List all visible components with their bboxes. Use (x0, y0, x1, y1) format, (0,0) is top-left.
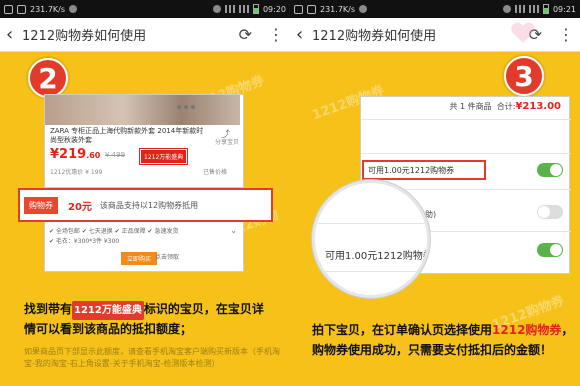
android-icon (69, 5, 78, 13)
page-title: 1212购物券如何使用 (312, 29, 437, 44)
order-summary: 共 1 件商品 合计:¥213.00 (449, 101, 561, 112)
app-icon (4, 4, 13, 14)
original-price: ¥ 499 (105, 151, 126, 159)
coupon-available-line: 可用1.00元1212购物券 (362, 160, 486, 180)
alarm-icon (212, 5, 221, 13)
more-vertical-icon[interactable]: ⋮ (268, 26, 284, 43)
navigation-bar: ‹ 1212购物券如何使用 ⟳ ⋮ (290, 18, 580, 52)
product-card-lower: ✔ 全场包邮 ✔ 七天退换 ✔ 正品保障 ✔ 急速发货 ✔ 毛衣：¥300*3件… (44, 222, 244, 272)
more-vertical-icon[interactable]: ⋮ (558, 26, 574, 43)
coupon-toggle[interactable] (537, 163, 563, 177)
items-count: 共 1 件商品 (449, 102, 492, 111)
share-label: 分享宝贝 (215, 139, 240, 146)
notification-icon (307, 4, 316, 14)
step-2-note: 如果商品页下部显示此额度，请查看手机淘宝客户端购买新版本（手机淘宝-我的淘宝-右… (24, 347, 280, 368)
clock: 09:20 (262, 4, 286, 14)
caption-badge: 1212万能盛典 (72, 301, 144, 320)
coupon-amount: 20元 (68, 201, 92, 213)
price-main: ¥219 (50, 147, 87, 162)
alarm-icon (502, 5, 511, 13)
caption-highlight: 1212购物券 (492, 323, 562, 337)
chevron-down-icon[interactable]: ⌄ (230, 226, 237, 235)
buy-now-button[interactable]: 立即购买 (121, 252, 158, 265)
spec-line: ✔ 毛衣：¥300*3件 ¥300 (49, 238, 120, 245)
sold-line: 已售价格 (203, 169, 228, 176)
coupon-highlight-bar: 购物券 20元 该商品支持以12购物券抵用 (18, 188, 273, 222)
coupon-tag: 购物券 (24, 196, 58, 214)
promo-price-line: 1212优惠价 ¥ 199 (50, 169, 103, 176)
carousel-dots (177, 105, 195, 109)
wifi-icon (224, 5, 235, 13)
heart-decoration-icon (511, 22, 535, 43)
signal-icon (238, 5, 249, 13)
battery-icon (542, 4, 549, 14)
option-toggle[interactable] (537, 205, 563, 219)
notification-icon (17, 4, 26, 14)
claim-link[interactable]: 点击领取 (155, 252, 179, 261)
panel-step-3: 231.7K/s 09:21 ‹ 1212购物券如何使用 ⟳ ⋮ 1212购物券… (290, 0, 580, 386)
battery-icon (252, 4, 259, 14)
app-icon (294, 4, 303, 14)
product-title: ZARA 专柜正品上海代购新款外套 2014年新款时尚型秋装外套 (50, 127, 204, 144)
network-speed: 231.7K/s (320, 4, 356, 14)
points-toggle[interactable] (537, 243, 563, 257)
page-title: 1212购物券如何使用 (22, 29, 147, 44)
caption-text-a: 找到带有 (24, 302, 73, 316)
wifi-icon (514, 5, 525, 13)
step-number-badge: 2 (28, 58, 68, 98)
caption-text-a: 拍下宝贝，在订单确认页选择使用 (312, 323, 493, 337)
total-value: ¥213.00 (515, 101, 561, 112)
magnifier-circle: 可用1.00元1212购物券 (312, 180, 430, 298)
signal-icon (528, 5, 539, 13)
coupon-description: 该商品支持以12购物券抵用 (99, 200, 199, 210)
magnified-coupon-line: 可用1.00元1212购物券 (325, 251, 430, 262)
total-label: 合计: (496, 102, 516, 111)
back-arrow-icon[interactable]: ‹ (6, 24, 20, 45)
status-bar: 231.7K/s 09:20 (0, 0, 290, 18)
step-3-caption: 拍下宝贝，在订单确认页选择使用1212购物券，购物券使用成功，只需要支付抵扣后的… (312, 320, 574, 360)
android-icon (359, 5, 368, 13)
status-bar: 231.7K/s 09:21 (290, 0, 580, 18)
network-speed: 231.7K/s (30, 4, 66, 14)
product-card: ZARA 专柜正品上海代购新款外套 2014年新款时尚型秋装外套 ⤴ 分享宝贝 … (44, 94, 244, 188)
panel-step-2: 231.7K/s 09:20 ‹ 1212购物券如何使用 ⟳ ⋮ 1212购物券… (0, 0, 290, 386)
navigation-bar: ‹ 1212购物券如何使用 ⟳ ⋮ (0, 18, 290, 52)
step-2-caption: 找到带有 1212万能盛典 标识的宝贝，在宝贝详情可以看到该商品的抵扣额度； (24, 300, 274, 339)
product-image (45, 95, 240, 125)
back-arrow-icon[interactable]: ‹ (296, 24, 310, 45)
promo-tag-1212: 1212万能盛典 (138, 148, 189, 165)
product-price: ¥219.60 (50, 147, 100, 162)
service-guarantees: ✔ 全场包邮 ✔ 七天退换 ✔ 正品保障 ✔ 急速发货 (49, 228, 179, 235)
clock: 09:21 (552, 4, 576, 14)
refresh-icon[interactable]: ⟳ (239, 25, 252, 44)
price-decimal: .60 (86, 151, 101, 160)
step-number-badge: 3 (504, 56, 544, 96)
